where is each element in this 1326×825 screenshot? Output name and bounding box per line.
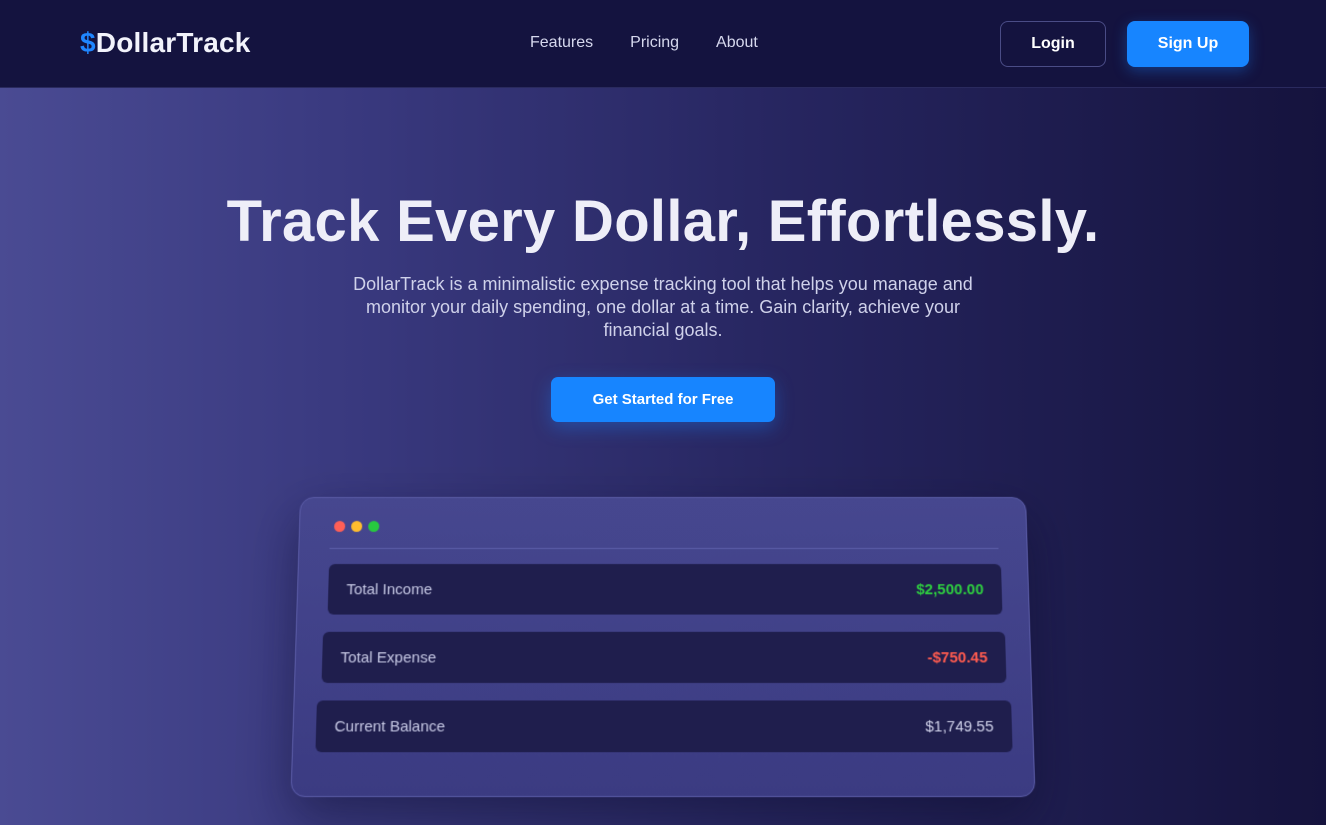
nav-link-features[interactable]: Features [530,34,593,52]
minimize-dot-icon [351,520,363,532]
summary-label: Current Balance [334,717,446,736]
nav-link-about[interactable]: About [716,34,758,52]
hero-subtitle: DollarTrack is a minimalistic expense tr… [353,274,973,340]
nav-link-pricing[interactable]: Pricing [630,34,679,52]
maximize-dot-icon [368,520,380,532]
summary-row-income: Total Income $2,500.00 [327,564,1003,615]
window-controls [333,520,380,532]
summary-row-expense: Total Expense -$750.45 [321,631,1007,683]
sign-up-button[interactable]: Sign Up [1127,21,1249,67]
top-navbar: $DollarTrack Features Pricing About Logi… [0,0,1326,88]
login-button[interactable]: Login [1000,21,1106,67]
summary-label: Total Income [346,580,433,598]
get-started-button[interactable]: Get Started for Free [551,377,775,422]
main-nav: Features Pricing About [530,34,758,52]
brand-logo[interactable]: $DollarTrack [80,27,251,59]
summary-row-balance: Current Balance $1,749.55 [315,700,1013,753]
card-divider [329,547,999,549]
hero-title: Track Every Dollar, Effortlessly. [226,189,1100,254]
summary-label: Total Expense [340,648,437,667]
dollar-sign-icon: $ [80,27,96,58]
summary-value: -$750.45 [927,648,988,667]
dashboard-preview-card: Total Income $2,500.00 Total Expense -$7… [290,497,1036,798]
summary-value: $2,500.00 [916,580,984,598]
summary-value: $1,749.55 [925,717,994,736]
close-dot-icon [333,520,346,532]
brand-name: DollarTrack [95,27,251,58]
